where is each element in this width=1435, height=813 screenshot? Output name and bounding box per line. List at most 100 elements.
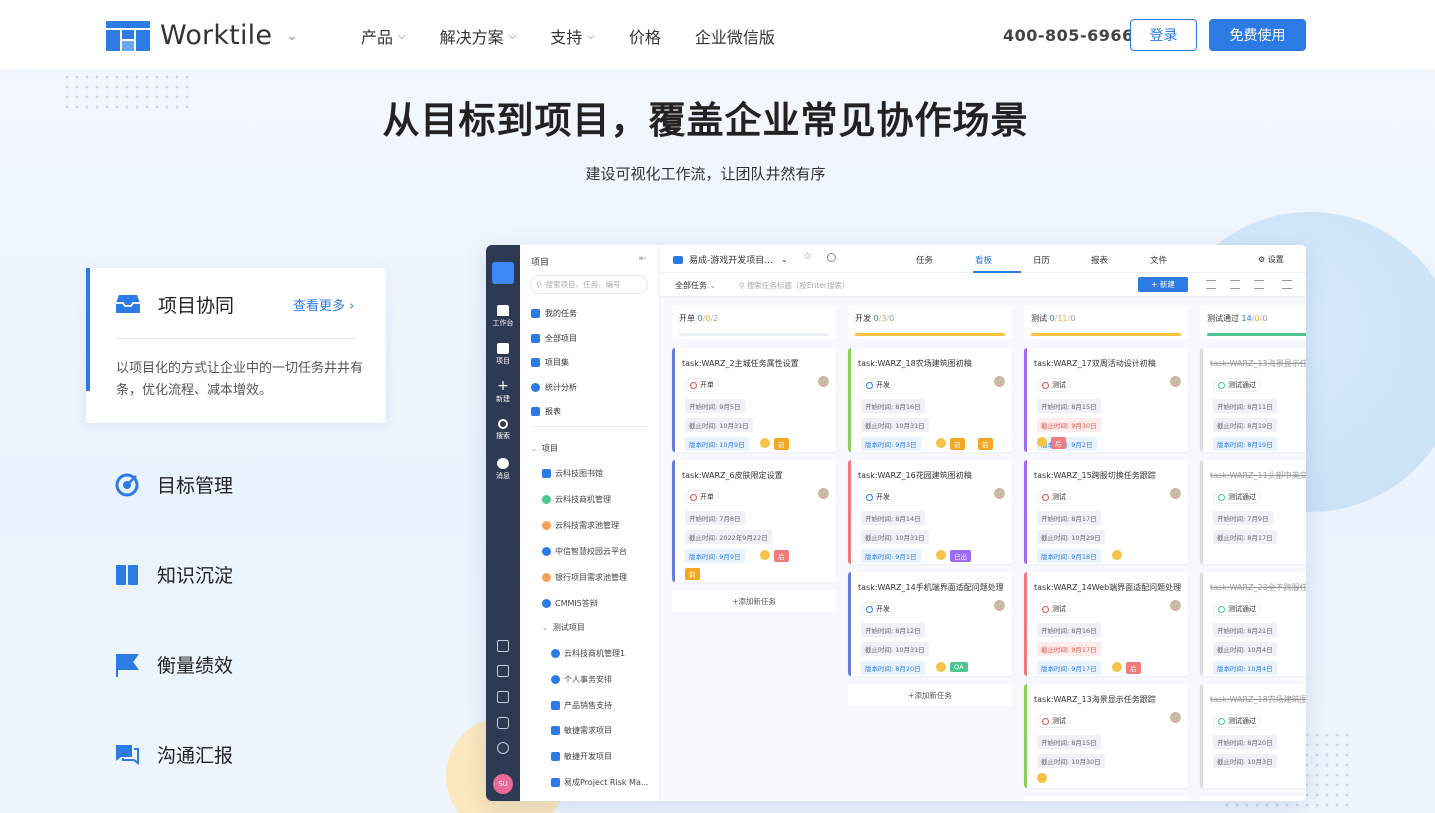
task-status-badge[interactable]: 测试 bbox=[1037, 378, 1071, 392]
task-filter-dropdown[interactable]: 全部任务 ⌄ bbox=[675, 280, 716, 291]
rail-new[interactable]: + 新建 bbox=[486, 379, 520, 404]
cube-icon[interactable] bbox=[497, 717, 509, 729]
assignee-avatar[interactable] bbox=[993, 599, 1006, 612]
assignee-avatar[interactable] bbox=[1169, 711, 1182, 724]
help-icon[interactable] bbox=[497, 742, 509, 754]
login-button[interactable]: 登录 bbox=[1130, 19, 1197, 51]
sidebar-group-projects[interactable]: ⌄ 项目 bbox=[531, 443, 558, 454]
task-card[interactable]: task:WARZ_18农场建筑图初稿 开发 开始时间: 8月16日 截止时间: 10… bbox=[848, 348, 1012, 452]
task-status-badge[interactable]: 测试通过 bbox=[1213, 490, 1261, 504]
nav-products[interactable]: 产品 ⌵ bbox=[361, 24, 406, 48]
settings-button[interactable]: ⚙ 设置 bbox=[1258, 254, 1284, 265]
task-card[interactable]: task:WARZ_14Web端界面适配问题处理 测试 开始时间: 8月16日 截止时… bbox=[1024, 572, 1188, 676]
task-card[interactable]: task:WARZ_18农场建筑图初 测试通过 开始时间: 8月20日 截止时间: 1… bbox=[1200, 684, 1306, 788]
sidebar-item-reports[interactable]: 报表 bbox=[531, 406, 561, 417]
star-icon[interactable]: ☆ bbox=[803, 251, 812, 262]
calendar-icon[interactable] bbox=[497, 665, 509, 677]
sidebar-project[interactable]: 云科技商机管理 bbox=[542, 494, 611, 505]
file-icon[interactable] bbox=[497, 640, 509, 652]
feature-card-project[interactable]: 项目协同 查看更多 › 以项目化的方式让企业中的一切任务井井有条，优化流程、减本… bbox=[86, 268, 386, 423]
task-card[interactable]: task:WARZ_13海景显示任务跟踪 测试 开始时间: 8月15日 截止时间: 1… bbox=[1024, 684, 1188, 788]
nav-solutions[interactable]: 解决方案 ⌵ bbox=[440, 24, 517, 48]
nav-support[interactable]: 支持 ⌵ bbox=[550, 24, 595, 48]
tab-board[interactable]: 看板 bbox=[975, 254, 992, 266]
sidebar-project[interactable]: 个人事务安排 bbox=[551, 674, 612, 685]
folder-icon[interactable] bbox=[497, 691, 509, 703]
rail-search[interactable]: 搜索 bbox=[486, 419, 520, 441]
feature-knowledge[interactable]: 知识沉淀 bbox=[115, 561, 233, 588]
sidebar-project[interactable]: 产品销售支持 bbox=[551, 700, 612, 711]
sidebar-project[interactable]: 云科技图书馆 bbox=[542, 468, 603, 479]
task-status-badge[interactable]: 测试通过 bbox=[1213, 378, 1261, 392]
free-trial-button[interactable]: 免费使用 bbox=[1209, 19, 1306, 51]
sidebar-project[interactable]: 敏捷需求项目 bbox=[551, 725, 612, 736]
sidebar-project[interactable]: 敏捷开发项目 bbox=[551, 751, 612, 762]
sidebar-project[interactable]: CMMI5答辩 bbox=[542, 598, 598, 609]
add-task-button[interactable]: + 添加新任务 bbox=[1200, 796, 1306, 801]
tab-files[interactable]: 文件 bbox=[1150, 254, 1167, 266]
rail-messages[interactable]: 消息 bbox=[486, 458, 520, 481]
task-status-badge[interactable]: 测试 bbox=[1037, 490, 1071, 504]
info-icon[interactable] bbox=[827, 253, 836, 262]
add-task-button[interactable]: + 添加新任务 bbox=[1024, 796, 1188, 801]
sidebar-project[interactable]: 银行项目需求池管理 bbox=[542, 572, 627, 583]
view-more-link[interactable]: 查看更多 › bbox=[293, 295, 354, 314]
task-card[interactable]: task:WARZ_2主城任务属性设置 开单 开始时间: 9月5日 截止时间: 10月… bbox=[672, 348, 836, 452]
task-card[interactable]: task:WARZ_23全不跨服任务 测试通过 开始时间: 8月21日 截止时间: 1… bbox=[1200, 572, 1306, 676]
rail-workbench[interactable]: 工作台 bbox=[486, 305, 520, 328]
column-header[interactable]: 开单 0/0/2 bbox=[672, 305, 836, 339]
sidebar-item-all-projects[interactable]: 全部项目 bbox=[531, 333, 577, 344]
assignee-avatar[interactable] bbox=[1169, 375, 1182, 388]
task-status-badge[interactable]: 开发 bbox=[861, 378, 895, 392]
sidebar-item-my-tasks[interactable]: 我的任务 bbox=[531, 308, 577, 319]
add-task-button[interactable]: + 添加新任务 bbox=[672, 590, 836, 612]
column-header[interactable]: 测试通过 14/0/0 bbox=[1200, 305, 1306, 339]
sidebar-search-input[interactable]: ⚲ 搜索项目、任务、编号 bbox=[530, 275, 648, 294]
sidebar-project[interactable]: 易成Project Risk Ma... bbox=[551, 777, 648, 788]
assignee-avatar[interactable] bbox=[1169, 487, 1182, 500]
filter-icon[interactable] bbox=[1230, 280, 1240, 289]
assignee-avatar[interactable] bbox=[993, 375, 1006, 388]
task-status-badge[interactable]: 开单 bbox=[685, 378, 719, 392]
brand-logo[interactable]: Worktile ⌄ bbox=[106, 20, 298, 51]
rail-projects[interactable]: 项目 bbox=[486, 343, 520, 366]
tab-tasks[interactable]: 任务 bbox=[916, 254, 933, 266]
task-card[interactable]: task:WARZ_6皮肤限定设置 开单 开始时间: 7月8日 截止时间: 2022年… bbox=[672, 460, 836, 582]
sidebar-item-portfolio[interactable]: 项目集 bbox=[531, 357, 569, 368]
task-status-badge[interactable]: 测试通过 bbox=[1213, 714, 1261, 728]
task-card[interactable]: task:WARZ_17双周活动设计初稿 测试 开始时间: 8月15日 截止时间: 9… bbox=[1024, 348, 1188, 452]
task-status-badge[interactable]: 开发 bbox=[861, 602, 895, 616]
list-icon[interactable] bbox=[1282, 280, 1292, 289]
new-task-button[interactable]: + 新建 bbox=[1138, 277, 1188, 292]
nav-wecom[interactable]: 企业微信版 bbox=[695, 24, 775, 48]
task-status-badge[interactable]: 测试 bbox=[1037, 714, 1071, 728]
sidebar-subgroup[interactable]: ⌄ 测试项目 bbox=[542, 622, 585, 633]
feature-performance[interactable]: 衡量绩效 bbox=[115, 651, 233, 678]
task-card[interactable]: task:WARZ_11头部中英文 测试通过 开始时间: 7月9日 截止时间: 8月1… bbox=[1200, 460, 1306, 564]
assignee-avatar[interactable] bbox=[817, 487, 830, 500]
task-status-badge[interactable]: 测试 bbox=[1037, 602, 1071, 616]
tab-reports[interactable]: 报表 bbox=[1091, 254, 1108, 266]
task-status-badge[interactable]: 开单 bbox=[685, 490, 719, 504]
project-switcher[interactable]: 易成-游戏开发项目... ⌄ bbox=[673, 253, 788, 266]
user-avatar[interactable]: SU bbox=[493, 774, 513, 794]
collapse-icon[interactable]: ⇤ bbox=[639, 254, 647, 264]
sidebar-item-stats[interactable]: 统计分析 bbox=[531, 382, 577, 393]
tab-calendar[interactable]: 日历 bbox=[1033, 254, 1050, 266]
feature-report[interactable]: 沟通汇报 bbox=[115, 741, 233, 768]
sidebar-project[interactable]: 云科技商机管理1 bbox=[551, 648, 625, 659]
task-card[interactable]: task:WARZ_16花园建筑图初稿 开发 开始时间: 8月14日 截止时间: 10… bbox=[848, 460, 1012, 564]
sidebar-project[interactable]: 中信智慧校园云平台 bbox=[542, 546, 627, 557]
task-search-input[interactable]: ⚲ 搜索任务标题（按Enter搜索） bbox=[739, 280, 850, 291]
column-header[interactable]: 开发 0/3/0 bbox=[848, 305, 1012, 339]
task-status-badge[interactable]: 测试通过 bbox=[1213, 602, 1261, 616]
task-card[interactable]: task:WARZ_14手机端界面适配问题处理 开发 开始时间: 8月12日 截止时间… bbox=[848, 572, 1012, 676]
feature-goal[interactable]: 目标管理 bbox=[115, 471, 233, 498]
nav-pricing[interactable]: 价格 bbox=[629, 24, 661, 48]
assignee-avatar[interactable] bbox=[993, 487, 1006, 500]
chevron-down-icon[interactable]: ⌄ bbox=[286, 28, 298, 44]
add-task-button[interactable]: + 添加新任务 bbox=[848, 684, 1012, 706]
assignee-avatar[interactable] bbox=[817, 375, 830, 388]
sidebar-project[interactable]: 云科技需求池管理 bbox=[542, 520, 619, 531]
sort-icon[interactable] bbox=[1206, 280, 1216, 289]
